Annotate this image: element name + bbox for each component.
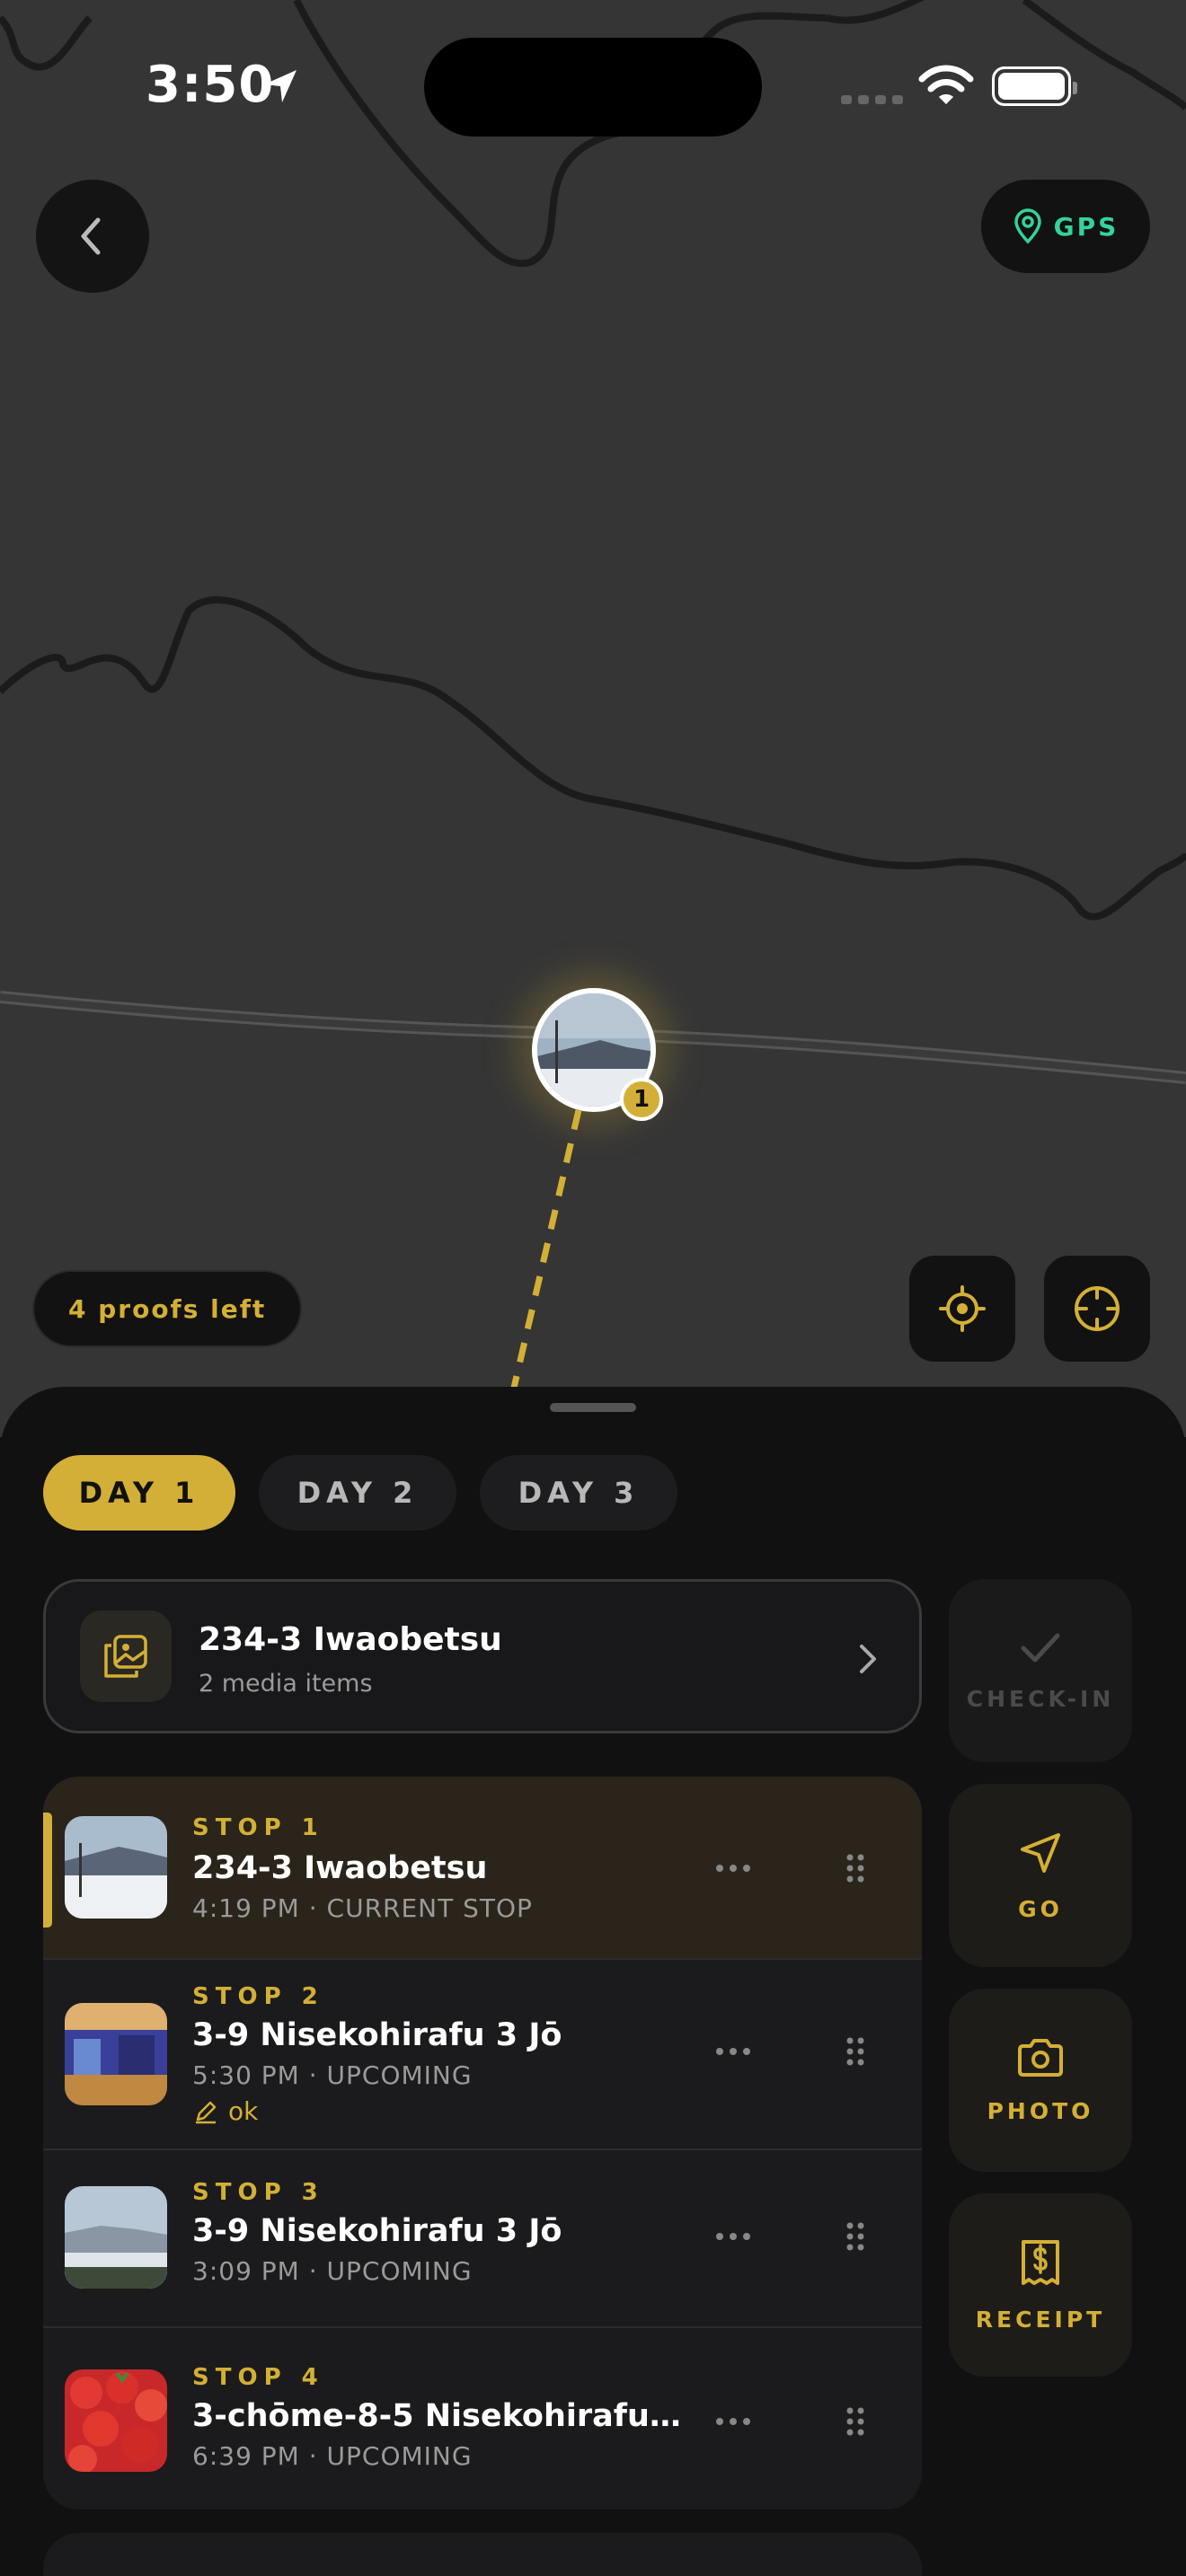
- pencil-icon: [196, 2101, 217, 2123]
- drag-handle-icon[interactable]: [837, 2030, 873, 2073]
- stop-name: 3-9 Nisekohirafu 3 Jō: [192, 2017, 562, 2053]
- stop-1-photo: [65, 1816, 167, 1919]
- photo-label: PHOTO: [987, 2097, 1094, 2124]
- stop-row-4[interactable]: STOP 4 3-chōme-8-5 Nisekohirafu… 6:39 PM…: [43, 2328, 922, 2510]
- drag-handle-icon[interactable]: [837, 2400, 873, 2443]
- check-in-button[interactable]: CHECK-IN: [949, 1579, 1132, 1762]
- more-options-icon[interactable]: [712, 2219, 755, 2254]
- stop-3-photo: [65, 2186, 167, 2289]
- back-button[interactable]: [36, 180, 149, 293]
- media-summary-card[interactable]: 234-3 Iwaobetsu 2 media items: [43, 1579, 922, 1734]
- map-pin-icon: [1013, 208, 1041, 244]
- stops-list: STOP 1 234-3 Iwaobetsu 4:19 PM · CURRENT…: [43, 1777, 922, 2510]
- camera-icon: [1018, 2038, 1063, 2077]
- itinerary-sheet: DAY 1 DAY 2 DAY 3 234-3 Iwaobetsu 2 medi…: [0, 1387, 1186, 2576]
- wifi-icon: [918, 65, 974, 104]
- tab-day-3[interactable]: DAY 3: [480, 1455, 677, 1531]
- chevron-right-icon: [860, 1645, 876, 1673]
- current-stop-indicator: [43, 1813, 52, 1928]
- stop-note-text: ok: [228, 2096, 259, 2126]
- summary-title: 234-3 Iwaobetsu: [199, 1621, 502, 1658]
- proofs-left-badge: 4 proofs left: [32, 1270, 303, 1347]
- go-button[interactable]: GO: [949, 1784, 1132, 1967]
- status-bar: 3:50: [0, 0, 1186, 171]
- stop-name: 3-chōme-8-5 Nisekohirafu…: [192, 2398, 681, 2434]
- check-in-label: CHECK-IN: [966, 1685, 1115, 1712]
- stop-label: STOP 2: [192, 1983, 324, 2010]
- receipt-icon: [1022, 2239, 1059, 2285]
- gps-label: GPS: [1053, 211, 1120, 242]
- pin-count-badge: 1: [620, 1078, 663, 1121]
- crosshair-icon: [1075, 1286, 1120, 1331]
- stop-row-2[interactable]: STOP 2 3-9 Nisekohirafu 3 Jō 5:30 PM · U…: [43, 1960, 922, 2150]
- media-thumb: [80, 1610, 172, 1702]
- stop-meta: 4:19 PM · CURRENT STOP: [192, 1893, 533, 1923]
- status-time: 3:50: [146, 56, 275, 114]
- chevron-left-icon: [81, 217, 101, 255]
- stop-label: STOP 3: [192, 2179, 324, 2206]
- checkmark-icon: [1021, 1633, 1060, 1662]
- navigation-arrow-icon: [1021, 1832, 1060, 1873]
- more-options-icon[interactable]: [712, 1850, 755, 1886]
- stop-label: STOP 1: [192, 1814, 324, 1841]
- tab-day-1[interactable]: DAY 1: [43, 1455, 235, 1531]
- more-options-icon[interactable]: [712, 2404, 755, 2439]
- stop-row-3[interactable]: STOP 3 3-9 Nisekohirafu 3 Jō 3:09 PM · U…: [43, 2150, 922, 2328]
- stop-meta: 5:30 PM · UPCOMING: [192, 2060, 473, 2090]
- sheet-drag-handle[interactable]: [550, 1403, 636, 1412]
- stop-name: 3-9 Nisekohirafu 3 Jō: [192, 2213, 562, 2249]
- more-options-icon[interactable]: [712, 2033, 755, 2069]
- cellular-signal-icon: [841, 95, 903, 104]
- tab-day-2[interactable]: DAY 2: [259, 1455, 456, 1531]
- next-section-card: [43, 2533, 922, 2576]
- recenter-button[interactable]: [1044, 1256, 1150, 1362]
- stop-name: 234-3 Iwaobetsu: [192, 1850, 488, 1886]
- location-target-icon: [939, 1285, 986, 1332]
- receipt-button[interactable]: RECEIPT: [949, 2193, 1132, 2377]
- stop-2-photo: [65, 2003, 167, 2105]
- locate-me-button[interactable]: [909, 1256, 1015, 1362]
- stop-row-1[interactable]: STOP 1 234-3 Iwaobetsu 4:19 PM · CURRENT…: [43, 1777, 922, 1960]
- drag-handle-icon[interactable]: [837, 2215, 873, 2258]
- stop-note[interactable]: ok: [192, 2096, 258, 2126]
- receipt-label: RECEIPT: [975, 2306, 1106, 2333]
- stop-4-photo: [65, 2369, 167, 2472]
- location-arrow-icon: [264, 70, 296, 102]
- stop-label: STOP 4: [192, 2364, 324, 2391]
- photo-button[interactable]: PHOTO: [949, 1989, 1132, 2172]
- drag-handle-icon[interactable]: [837, 1847, 873, 1890]
- battery-icon: [992, 66, 1077, 106]
- summary-subtitle: 2 media items: [199, 1670, 373, 1698]
- gps-button[interactable]: GPS: [981, 180, 1150, 273]
- route-line: [510, 1109, 582, 1389]
- stop-meta: 3:09 PM · UPCOMING: [192, 2256, 473, 2286]
- go-label: GO: [1018, 1895, 1063, 1922]
- dynamic-island: [424, 38, 762, 137]
- stop-meta: 6:39 PM · UPCOMING: [192, 2441, 473, 2471]
- gallery-icon: [104, 1635, 147, 1678]
- day-tabs: DAY 1 DAY 2 DAY 3: [43, 1455, 677, 1531]
